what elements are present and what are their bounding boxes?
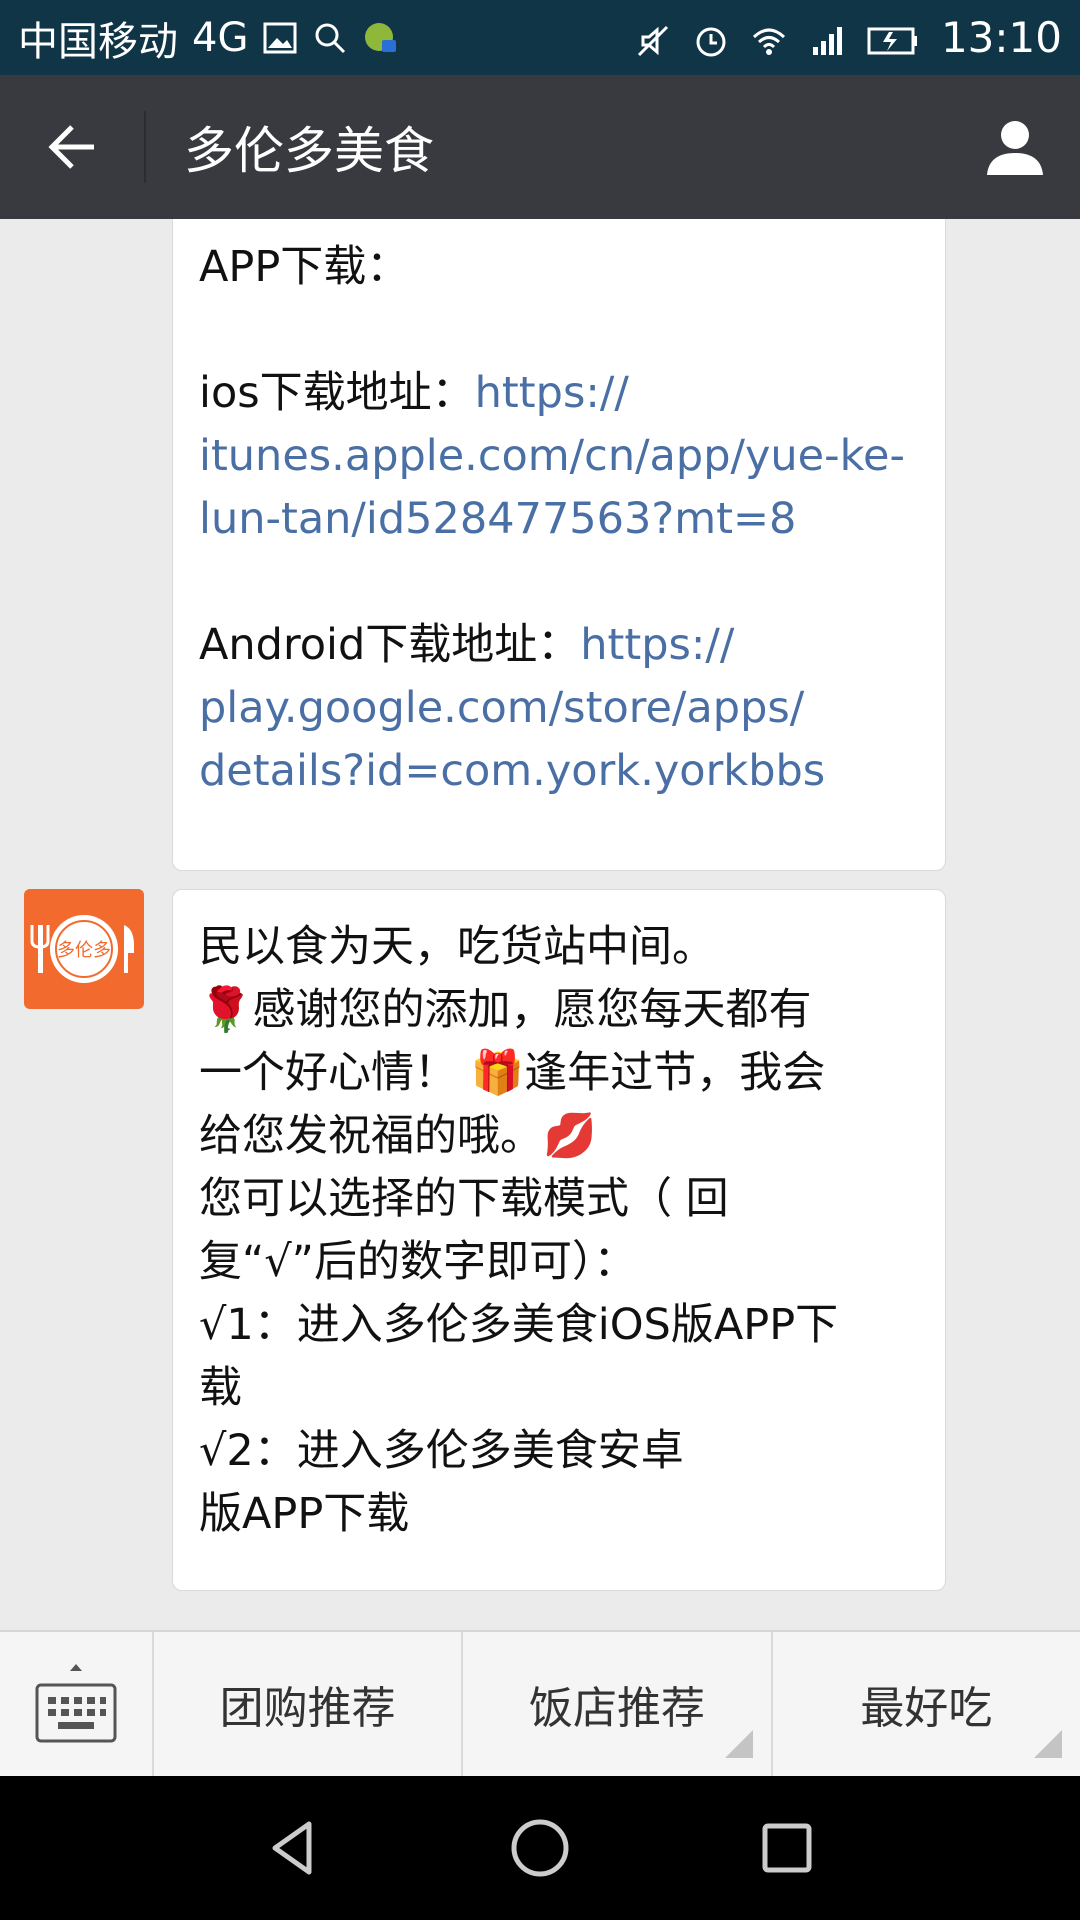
profile-button[interactable] — [950, 75, 1080, 219]
message-line: itunes.apple.com/cn/app/yue-ke- — [199, 425, 917, 488]
android-link[interactable]: https:// — [580, 620, 734, 670]
android-link[interactable]: details?id=com.york.yorkbbs — [199, 746, 825, 796]
message-line: 复“√”后的数字即可）： — [199, 1237, 637, 1287]
menu-item-label: 饭店推荐 — [528, 1683, 705, 1734]
keyboard-icon — [35, 1664, 117, 1743]
title-bar: 多伦多美食 — [0, 75, 1080, 219]
message-bubble[interactable]: 民以食为天，吃货站中间。 🌹感谢您的添加，愿您每天都有 一个好心情！ 🎁逢年过节… — [172, 889, 946, 1591]
carrier-label: 中国移动 — [18, 18, 178, 65]
title-divider — [144, 111, 146, 183]
message-line: ios下载地址：https:// — [199, 368, 629, 418]
status-bar: 中国移动 4G 13:10 — [0, 0, 1080, 75]
wifi-icon — [751, 20, 787, 56]
android-link[interactable]: play.google.com/store/apps/ — [199, 683, 804, 733]
message-line: lun-tan/id528477563?mt=8 — [199, 488, 917, 551]
message-line: APP下载： — [199, 242, 410, 292]
alarm-icon — [693, 20, 729, 56]
chat-area[interactable]: APP下载： ios下载地址：https:// itunes.apple.com… — [0, 219, 1080, 1630]
menu-item-best[interactable]: 最好吃 — [773, 1632, 1080, 1776]
message-line: 民以食为天，吃货站中间。 — [199, 922, 715, 972]
submenu-indicator-icon — [1033, 1730, 1062, 1758]
nav-recents-button[interactable] — [747, 1808, 827, 1888]
message-line: 载 — [199, 1363, 242, 1413]
signal-icon — [809, 20, 845, 56]
message-line: 版APP下载 — [199, 1489, 410, 1539]
nav-home-button[interactable] — [500, 1808, 580, 1888]
network-label: 4G — [192, 14, 249, 61]
submenu-indicator-icon — [724, 1730, 753, 1758]
message-line: details?id=com.york.yorkbbs — [199, 740, 917, 803]
message-line: 一个好心情！ 🎁逢年过节，我会 — [199, 1048, 826, 1098]
message-line: 🌹感谢您的添加，愿您每天都有 — [199, 985, 812, 1035]
mute-icon — [635, 20, 671, 56]
battery-icon — [867, 20, 919, 56]
menu-item-restaurant[interactable]: 饭店推荐 — [463, 1632, 773, 1776]
image-icon — [262, 20, 298, 56]
avatar[interactable]: 多伦多 — [24, 889, 144, 1009]
message-line: Android下载地址：https:// — [199, 620, 735, 670]
menu-item-label: 团购推荐 — [219, 1683, 396, 1734]
system-nav-bar — [0, 1776, 1080, 1920]
message-line: 给您发祝福的哦。💋 — [199, 1111, 597, 1161]
menu-item-group-buy[interactable]: 团购推荐 — [154, 1632, 464, 1776]
person-icon — [987, 121, 1043, 175]
search-icon — [312, 20, 348, 56]
page-title: 多伦多美食 — [184, 122, 434, 180]
recents-square-icon — [762, 1823, 812, 1873]
message-bubble[interactable]: APP下载： ios下载地址：https:// itunes.apple.com… — [172, 219, 946, 871]
home-circle-icon — [511, 1819, 569, 1877]
ios-link[interactable]: lun-tan/id528477563?mt=8 — [199, 494, 796, 544]
message-line: √2：进入多伦多美食安卓 — [199, 1426, 684, 1476]
back-triangle-icon — [272, 1821, 312, 1875]
app-notification-icon — [362, 20, 398, 56]
menu-item-label: 最好吃 — [860, 1683, 993, 1734]
ios-link[interactable]: https:// — [475, 368, 629, 418]
message-line: play.google.com/store/apps/ — [199, 677, 917, 740]
nav-back-button[interactable] — [253, 1808, 333, 1888]
clock-label: 13:10 — [940, 13, 1062, 62]
avatar-logo-text: 多伦多 — [57, 940, 111, 961]
custom-menu-bar: 团购推荐 饭店推荐 最好吃 — [0, 1630, 1080, 1776]
message-line: 您可以选择的下载模式（ 回 — [199, 1174, 729, 1224]
ios-link[interactable]: itunes.apple.com/cn/app/yue-ke- — [199, 431, 905, 481]
back-button[interactable] — [0, 75, 144, 219]
message-line: √1：进入多伦多美食iOS版APP下 — [199, 1300, 839, 1350]
back-arrow-icon — [48, 125, 94, 169]
keyboard-toggle-button[interactable] — [0, 1632, 154, 1776]
